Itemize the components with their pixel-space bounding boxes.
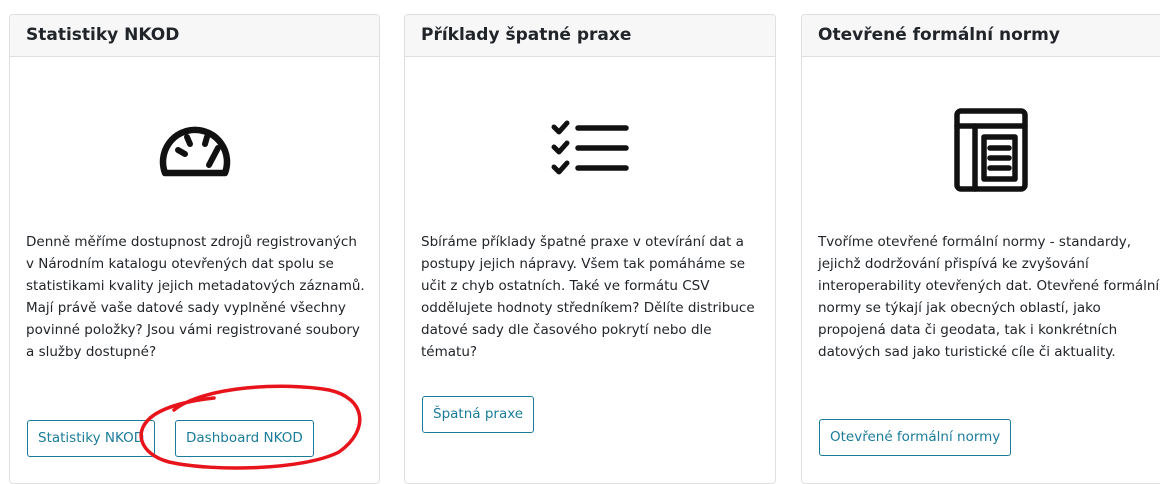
card-title: Příklady špatné praxe [405, 15, 775, 57]
statistiky-nkod-button[interactable]: Statistiky NKOD [27, 420, 156, 457]
otevrene-formalni-normy-button[interactable]: Otevřené formální normy [819, 419, 1012, 456]
card-title: Statistiky NKOD [10, 15, 379, 57]
document-layout-icon [802, 101, 1160, 201]
card-description: Sbíráme příklady špatné praxe v otevírán… [421, 234, 755, 360]
checklist-icon [405, 101, 775, 201]
card-statistiky: Statistiky NKOD Denně měříme dostupnost … [9, 14, 380, 484]
card-description: Denně měříme dostupnost zdrojů registrov… [26, 234, 365, 360]
dashboard-nkod-button[interactable]: Dashboard NKOD [175, 420, 314, 457]
card-formalni-normy: Otevřené formální normy Tvoříme otevřené… [801, 14, 1160, 484]
card-title: Otevřené formální normy [802, 15, 1160, 57]
speedometer-icon [10, 101, 379, 201]
card-description: Tvoříme otevřené formální normy - standa… [818, 234, 1160, 360]
card-spatna-praxe: Příklady špatné praxe Sbíráme příklady š… [404, 14, 776, 484]
spatna-praxe-button[interactable]: Špatná praxe [422, 396, 535, 433]
